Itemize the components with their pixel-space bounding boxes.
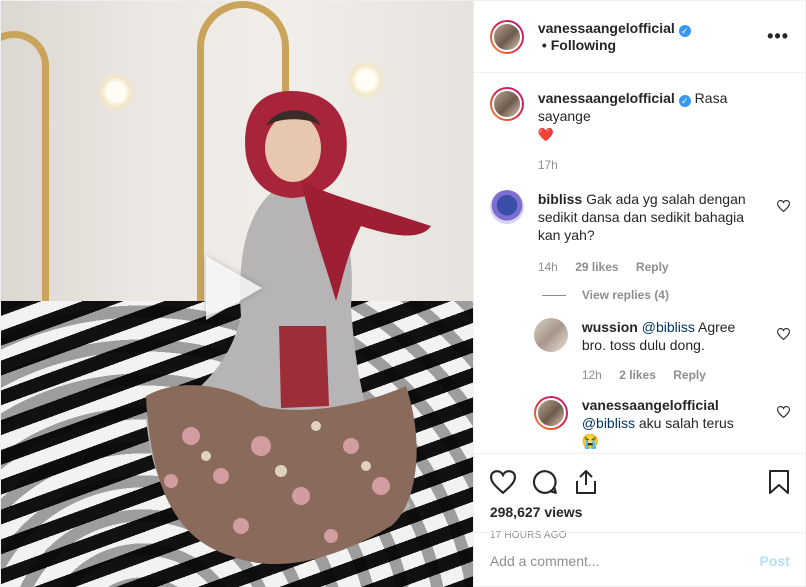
view-replies-label: View replies (4): [581, 288, 669, 302]
author-avatar[interactable]: [489, 87, 524, 121]
post-button[interactable]: Post: [759, 553, 789, 569]
action-bar: 298,627 views 17 HOURS AGO: [473, 453, 806, 541]
verified-badge-icon: ✓: [678, 25, 691, 37]
header-meta: vanessaangelofficial ✓ • Following: [538, 20, 767, 53]
video-wall-lamp: [97, 73, 135, 111]
reply-mention[interactable]: @bibliss: [642, 319, 695, 335]
comment-reply-button[interactable]: Reply: [636, 260, 669, 274]
header-separator: •: [541, 37, 547, 53]
following-button[interactable]: Following: [551, 37, 616, 53]
caption: vanessaangelofficial ✓ Rasa sayange ❤️ 17…: [489, 87, 790, 174]
more-options-icon[interactable]: •••: [767, 26, 789, 47]
caption-emoji: ❤️: [537, 127, 555, 142]
reply-avatar[interactable]: [533, 318, 568, 352]
comment-item: bibliss Gak ada yg salah dengan sedikit …: [489, 190, 790, 276]
bookmark-icon[interactable]: [768, 469, 790, 495]
heart-small-icon[interactable]: [776, 328, 790, 340]
comment-composer: Post: [473, 532, 806, 587]
reply-item: wussion @bibliss Agree bro. toss dulu do…: [533, 318, 790, 384]
reply-mention[interactable]: @bibliss: [582, 415, 635, 431]
heart-small-icon[interactable]: [776, 200, 790, 212]
comment-username[interactable]: bibliss: [538, 191, 582, 207]
action-icons: [489, 462, 790, 502]
reply-time[interactable]: 12h: [582, 368, 602, 382]
video-player[interactable]: [1, 1, 473, 587]
reply-username[interactable]: wussion: [582, 319, 638, 335]
reply-likes[interactable]: 2 likes: [619, 368, 656, 382]
view-count[interactable]: 298,627 views: [490, 504, 790, 520]
reply-item: vanessaangelofficial @bibliss aku salah …: [533, 396, 790, 450]
reply-reply-button[interactable]: Reply: [673, 368, 706, 382]
share-icon[interactable]: [574, 469, 598, 495]
comments-section: vanessaangelofficial ✓ Rasa sayange ❤️ 17…: [474, 73, 806, 453]
post-dialog: vanessaangelofficial ✓• Following ••• vane…: [0, 0, 806, 587]
verified-badge-icon: ✓: [678, 95, 691, 107]
reply-emoji: 😭: [581, 433, 600, 449]
heart-small-icon[interactable]: [776, 406, 790, 418]
reply-text: aku salah terus: [638, 415, 734, 431]
replies-divider: [541, 294, 566, 296]
caption-time[interactable]: 17h: [538, 158, 558, 172]
caption-username[interactable]: vanessaangelofficial: [538, 90, 675, 106]
post-header: vanessaangelofficial ✓ • Following •••: [473, 1, 805, 73]
comment-input[interactable]: [489, 552, 760, 569]
comment-time[interactable]: 14h: [538, 260, 558, 274]
like-icon[interactable]: [489, 470, 516, 494]
video-person-figure: [146, 91, 431, 565]
comment-icon[interactable]: [532, 469, 558, 495]
author-username[interactable]: vanessaangelofficial: [538, 20, 675, 36]
play-icon[interactable]: [206, 256, 262, 320]
commenter-avatar[interactable]: [489, 190, 524, 224]
reply-avatar[interactable]: [533, 396, 568, 430]
author-avatar[interactable]: [489, 19, 524, 54]
view-replies-button[interactable]: View replies (4): [541, 288, 790, 302]
post-sidebar: vanessaangelofficial ✓• Following ••• vane…: [472, 1, 806, 587]
comment-likes[interactable]: 29 likes: [575, 260, 618, 274]
reply-username[interactable]: vanessaangelofficial: [582, 397, 719, 413]
